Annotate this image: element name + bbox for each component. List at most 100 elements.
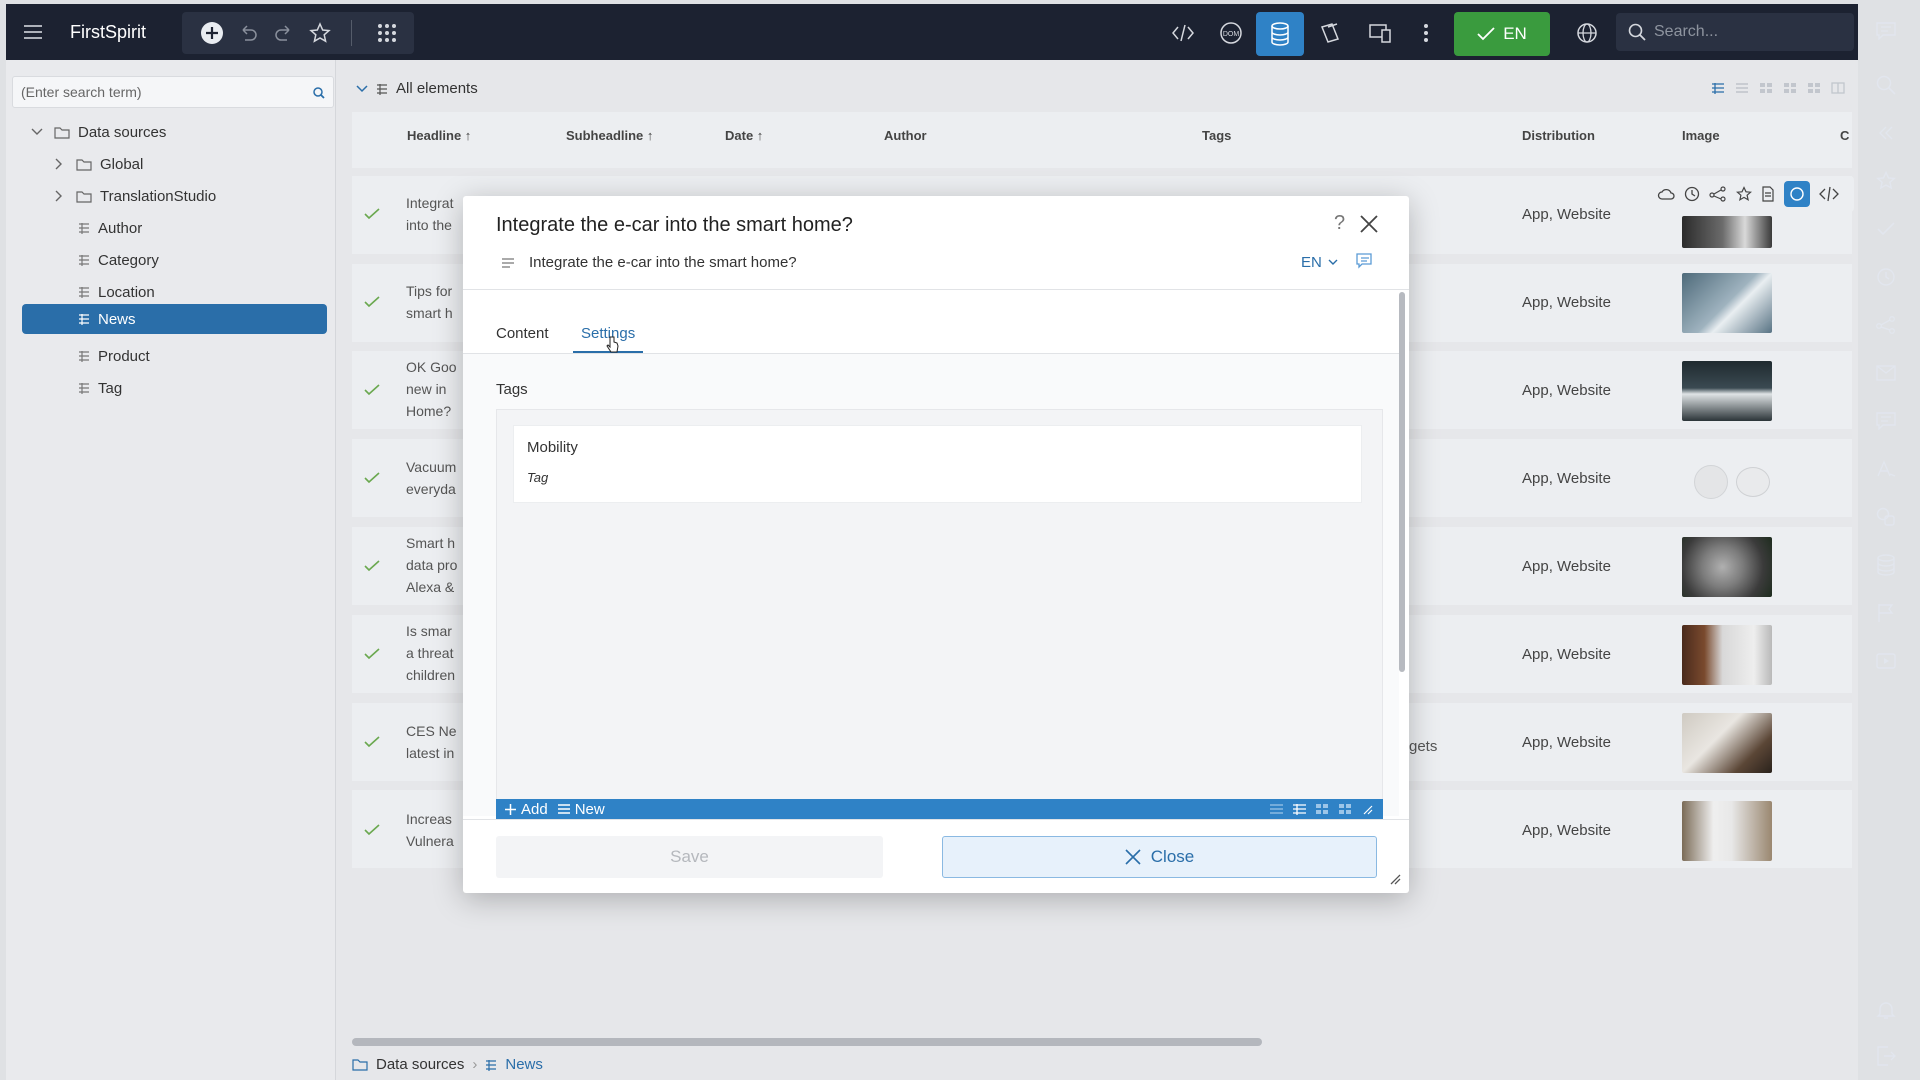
grid-view-icon[interactable] (1783, 82, 1797, 94)
tree-item-global[interactable]: Global (20, 149, 326, 179)
row-headline: Integrat into the (406, 195, 454, 233)
column-header-subheadline[interactable]: Subheadline ↑ (566, 128, 653, 143)
row-image (1682, 273, 1772, 333)
pages-icon[interactable] (1316, 18, 1346, 48)
cloud-icon[interactable] (1657, 187, 1675, 201)
history-icon[interactable] (1871, 262, 1901, 292)
add-tag-button[interactable]: Add (505, 801, 548, 818)
shapes-icon[interactable] (1871, 502, 1901, 532)
list-view-icon[interactable] (1270, 803, 1283, 815)
devices-icon[interactable] (1365, 18, 1395, 48)
column-header-distribution[interactable]: Distribution (1522, 128, 1595, 143)
mail-icon[interactable] (1871, 358, 1901, 388)
split-view-icon[interactable] (1831, 82, 1845, 94)
collapse-icon[interactable] (1871, 118, 1901, 148)
column-header-date[interactable]: Date ↑ (725, 128, 763, 143)
column-header-image[interactable]: Image (1682, 128, 1720, 143)
grid-view-icon[interactable] (1339, 803, 1352, 815)
resize-icon[interactable] (1362, 804, 1373, 815)
comments-icon[interactable] (1871, 406, 1901, 436)
close-icon[interactable] (1359, 214, 1379, 234)
document-icon[interactable] (1761, 186, 1775, 202)
tree-item-tag[interactable]: Tag (20, 373, 326, 403)
tree-item-location[interactable]: Location (20, 277, 326, 307)
list-view-icon[interactable] (1711, 82, 1725, 94)
view-mode-icons[interactable] (1711, 82, 1845, 94)
code-icon[interactable] (1819, 186, 1839, 202)
tag-card[interactable]: Mobility Tag (513, 425, 1362, 503)
edit-dialog: Integrate the e-car into the smart home?… (463, 196, 1409, 893)
logout-icon[interactable] (1871, 1041, 1901, 1071)
save-button[interactable]: Save (496, 836, 883, 878)
list-filter[interactable]: All elements (356, 80, 478, 97)
database-toggle-button[interactable] (1256, 12, 1304, 56)
notifications-icon[interactable] (1871, 995, 1901, 1025)
folder-icon (76, 190, 92, 203)
tree-item-product[interactable]: Product (20, 341, 326, 371)
toggle-button[interactable] (1784, 181, 1810, 207)
tree-label: Tag (98, 379, 123, 397)
new-tag-button[interactable]: New (557, 801, 605, 818)
database-icon[interactable] (1871, 550, 1901, 580)
row-headline: Tips for smart h (406, 283, 453, 321)
row-image (1682, 216, 1772, 248)
row-image (1682, 801, 1772, 861)
globe-icon[interactable] (1572, 18, 1602, 48)
redo-icon[interactable] (269, 18, 299, 48)
column-header-headline[interactable]: Headline ↑ (407, 128, 471, 143)
release-check-icon (364, 824, 380, 836)
tree-search-input[interactable]: (Enter search term) (12, 76, 334, 108)
add-icon[interactable] (197, 18, 227, 48)
chevron-down-icon[interactable] (30, 127, 44, 137)
horizontal-scrollbar[interactable] (352, 1038, 1262, 1046)
resize-handle-icon[interactable] (1389, 873, 1401, 885)
column-header-author[interactable]: Author (884, 128, 927, 143)
star-icon[interactable] (1871, 166, 1901, 196)
tree-item-category[interactable]: Category (20, 245, 326, 275)
tree-item-translationstudio[interactable]: TranslationStudio (20, 181, 326, 211)
breadcrumb-current[interactable]: News (505, 1056, 543, 1073)
tree-item-author[interactable]: Author (20, 213, 326, 243)
large-grid-view-icon[interactable] (1807, 82, 1821, 94)
clock-icon[interactable] (1684, 186, 1700, 202)
svg-text:DOM: DOM (1223, 31, 1240, 38)
undo-icon[interactable] (233, 18, 263, 48)
code-icon[interactable] (1168, 18, 1198, 48)
close-button[interactable]: Close (942, 836, 1377, 878)
detail-view-icon[interactable] (1293, 803, 1306, 815)
check-icon[interactable] (1871, 214, 1901, 244)
column-header-c[interactable]: C (1840, 128, 1849, 143)
table-icon (79, 223, 89, 234)
dom-icon[interactable]: DOM (1216, 18, 1246, 48)
column-header-tags[interactable]: Tags (1202, 128, 1231, 143)
language-select[interactable]: EN (1301, 254, 1338, 271)
video-icon[interactable] (1871, 646, 1901, 676)
breadcrumb-root[interactable]: Data sources (376, 1056, 464, 1073)
chat-icon[interactable] (1871, 16, 1901, 46)
workflow-icon[interactable] (1871, 310, 1901, 340)
star-icon[interactable] (305, 18, 335, 48)
tile-view-icon[interactable] (1759, 82, 1773, 94)
chevron-right-icon[interactable] (54, 189, 64, 203)
flag-icon[interactable] (1871, 598, 1901, 628)
tile-view-icon[interactable] (1316, 803, 1329, 815)
language-release-button[interactable]: EN (1454, 12, 1550, 56)
tree-label: Product (98, 347, 150, 365)
chevron-right-icon[interactable] (54, 157, 64, 171)
menu-icon[interactable] (18, 17, 48, 47)
help-button[interactable]: ? (1334, 212, 1345, 235)
more-vertical-icon[interactable] (1411, 18, 1441, 48)
apps-grid-icon[interactable] (372, 18, 402, 48)
dialog-scrollbar[interactable] (1399, 292, 1405, 672)
star-icon[interactable] (1736, 186, 1752, 202)
tree-item-data-sources[interactable]: Data sources (20, 117, 326, 147)
tab-content[interactable]: Content (496, 325, 549, 342)
translate-icon[interactable] (1871, 454, 1901, 484)
tree-item-news[interactable]: News (22, 304, 327, 334)
comments-icon[interactable] (1356, 253, 1376, 271)
table-icon (486, 1059, 497, 1071)
compact-view-icon[interactable] (1735, 82, 1749, 94)
search-icon[interactable] (1871, 70, 1901, 100)
global-search-input[interactable]: Search... (1616, 13, 1854, 51)
share-icon[interactable] (1709, 186, 1727, 202)
